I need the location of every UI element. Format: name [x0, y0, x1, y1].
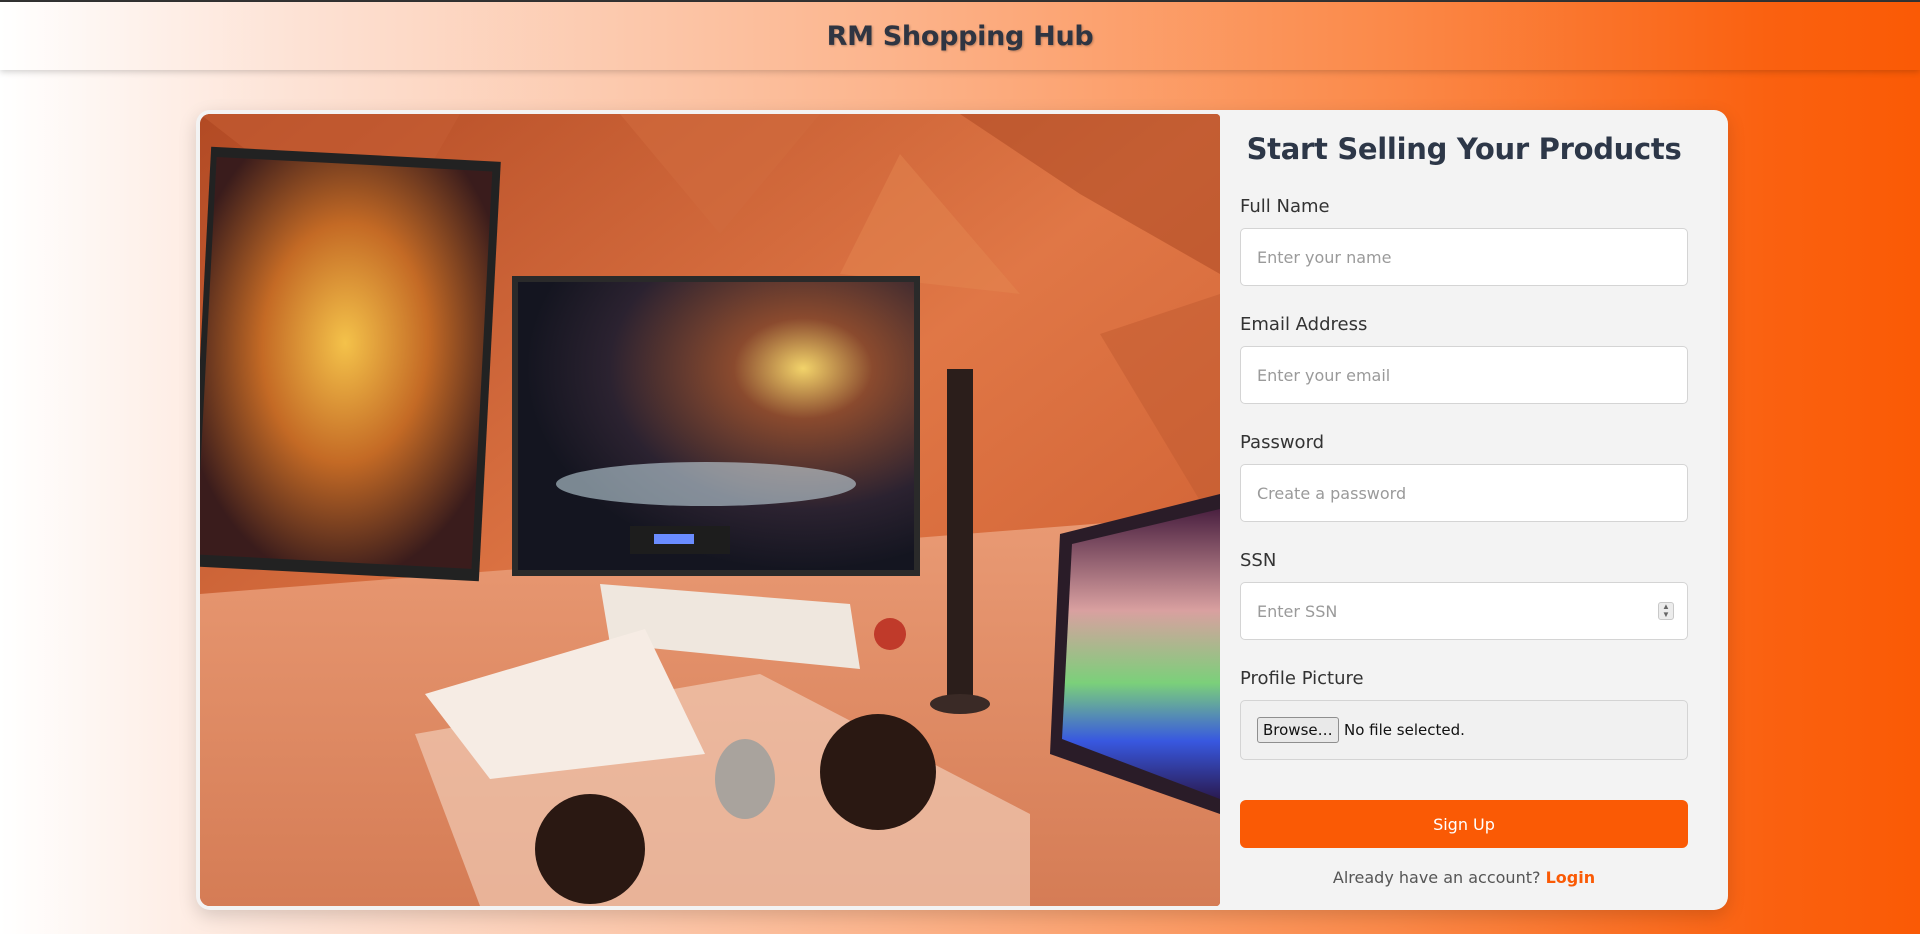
ssn-input[interactable] [1240, 582, 1688, 640]
desk-setup-illustration [200, 114, 1220, 906]
sign-up-button[interactable]: Sign Up [1240, 800, 1688, 848]
profile-picture-input: Browse… No file selected. [1240, 700, 1688, 760]
hero-image [200, 114, 1220, 906]
number-spinner-icon[interactable]: ▲ ▼ [1658, 602, 1674, 620]
ssn-field: ▲▼ [1240, 582, 1688, 640]
signup-card: Start Selling Your Products Full Name Em… [196, 110, 1728, 910]
site-title: RM Shopping Hub [826, 20, 1094, 52]
full-name-label: Full Name [1240, 196, 1330, 217]
file-status: No file selected. [1344, 721, 1465, 739]
password-label: Password [1240, 432, 1325, 453]
browse-button[interactable]: Browse… [1257, 717, 1339, 743]
login-prompt: Already have an account? Login [1240, 868, 1688, 887]
login-link[interactable]: Login [1546, 868, 1596, 887]
email-label: Email Address [1240, 314, 1368, 335]
profile-picture-label: Profile Picture [1240, 668, 1364, 689]
login-prompt-text: Already have an account? [1332, 868, 1541, 887]
password-input[interactable] [1240, 464, 1688, 522]
ssn-label: SSN [1240, 550, 1277, 571]
signup-form: Start Selling Your Products Full Name Em… [1240, 110, 1688, 910]
email-input[interactable] [1240, 346, 1688, 404]
site-header: RM Shopping Hub [0, 2, 1920, 70]
form-heading: Start Selling Your Products [1246, 132, 1682, 166]
full-name-input[interactable] [1240, 228, 1688, 286]
